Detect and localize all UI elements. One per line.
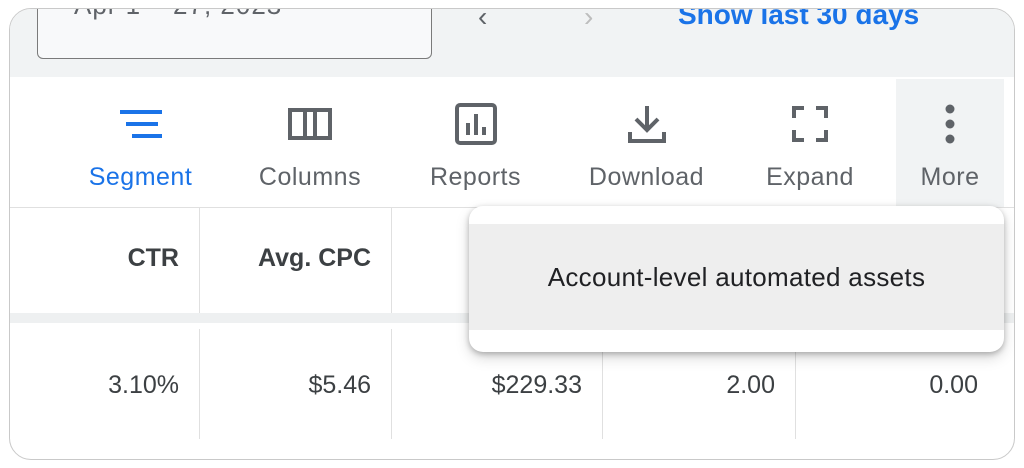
cell-conversions: 2.00	[726, 371, 775, 399]
column-header-ctr[interactable]: CTR	[128, 244, 179, 273]
column-divider	[391, 208, 392, 314]
more-label: More	[920, 163, 980, 191]
segment-label: Segment	[88, 163, 193, 191]
download-icon	[627, 101, 667, 147]
show-last-link[interactable]: Show last 30 days	[678, 9, 919, 31]
date-range-text: Apr 1 – 27, 2023	[74, 9, 282, 21]
screenshot-frame: Apr 1 – 27, 2023 ‹ › Show last 30 days S…	[9, 8, 1015, 460]
reports-button[interactable]: Reports	[418, 79, 533, 207]
menu-item-account-level-automated-assets[interactable]: Account-level automated assets	[469, 224, 1004, 330]
column-divider	[391, 329, 392, 439]
table-toolbar: Segment Columns Reports Download Expand …	[10, 79, 1014, 207]
column-divider	[199, 329, 200, 439]
column-header-avg-cpc[interactable]: Avg. CPC	[258, 244, 371, 273]
date-bar: Apr 1 – 27, 2023 ‹ › Show last 30 days	[10, 9, 1014, 77]
segment-button[interactable]: Segment	[73, 79, 208, 207]
download-button[interactable]: Download	[575, 79, 718, 207]
cell-avg-cpc: $5.46	[308, 371, 371, 399]
cell-value: 0.00	[929, 371, 978, 399]
more-dropdown-menu: Account-level automated assets	[469, 206, 1004, 352]
expand-label: Expand	[766, 163, 854, 191]
reports-label: Reports	[429, 163, 522, 191]
chevron-right-icon[interactable]: ›	[584, 9, 593, 33]
segment-icon	[118, 101, 164, 147]
cell-ctr: 3.10%	[108, 371, 179, 399]
download-label: Download	[588, 163, 705, 191]
more-button[interactable]: More	[896, 79, 1004, 207]
reports-icon	[454, 101, 497, 147]
columns-button[interactable]: Columns	[245, 79, 375, 207]
expand-button[interactable]: Expand	[755, 79, 865, 207]
chevron-left-icon[interactable]: ‹	[478, 9, 487, 33]
columns-icon	[288, 101, 332, 147]
columns-label: Columns	[258, 163, 362, 191]
more-vert-icon	[944, 101, 956, 147]
cell-cost: $229.33	[491, 371, 582, 399]
date-range-selector[interactable]: Apr 1 – 27, 2023	[37, 9, 432, 59]
column-divider	[199, 208, 200, 314]
expand-icon	[792, 101, 828, 147]
